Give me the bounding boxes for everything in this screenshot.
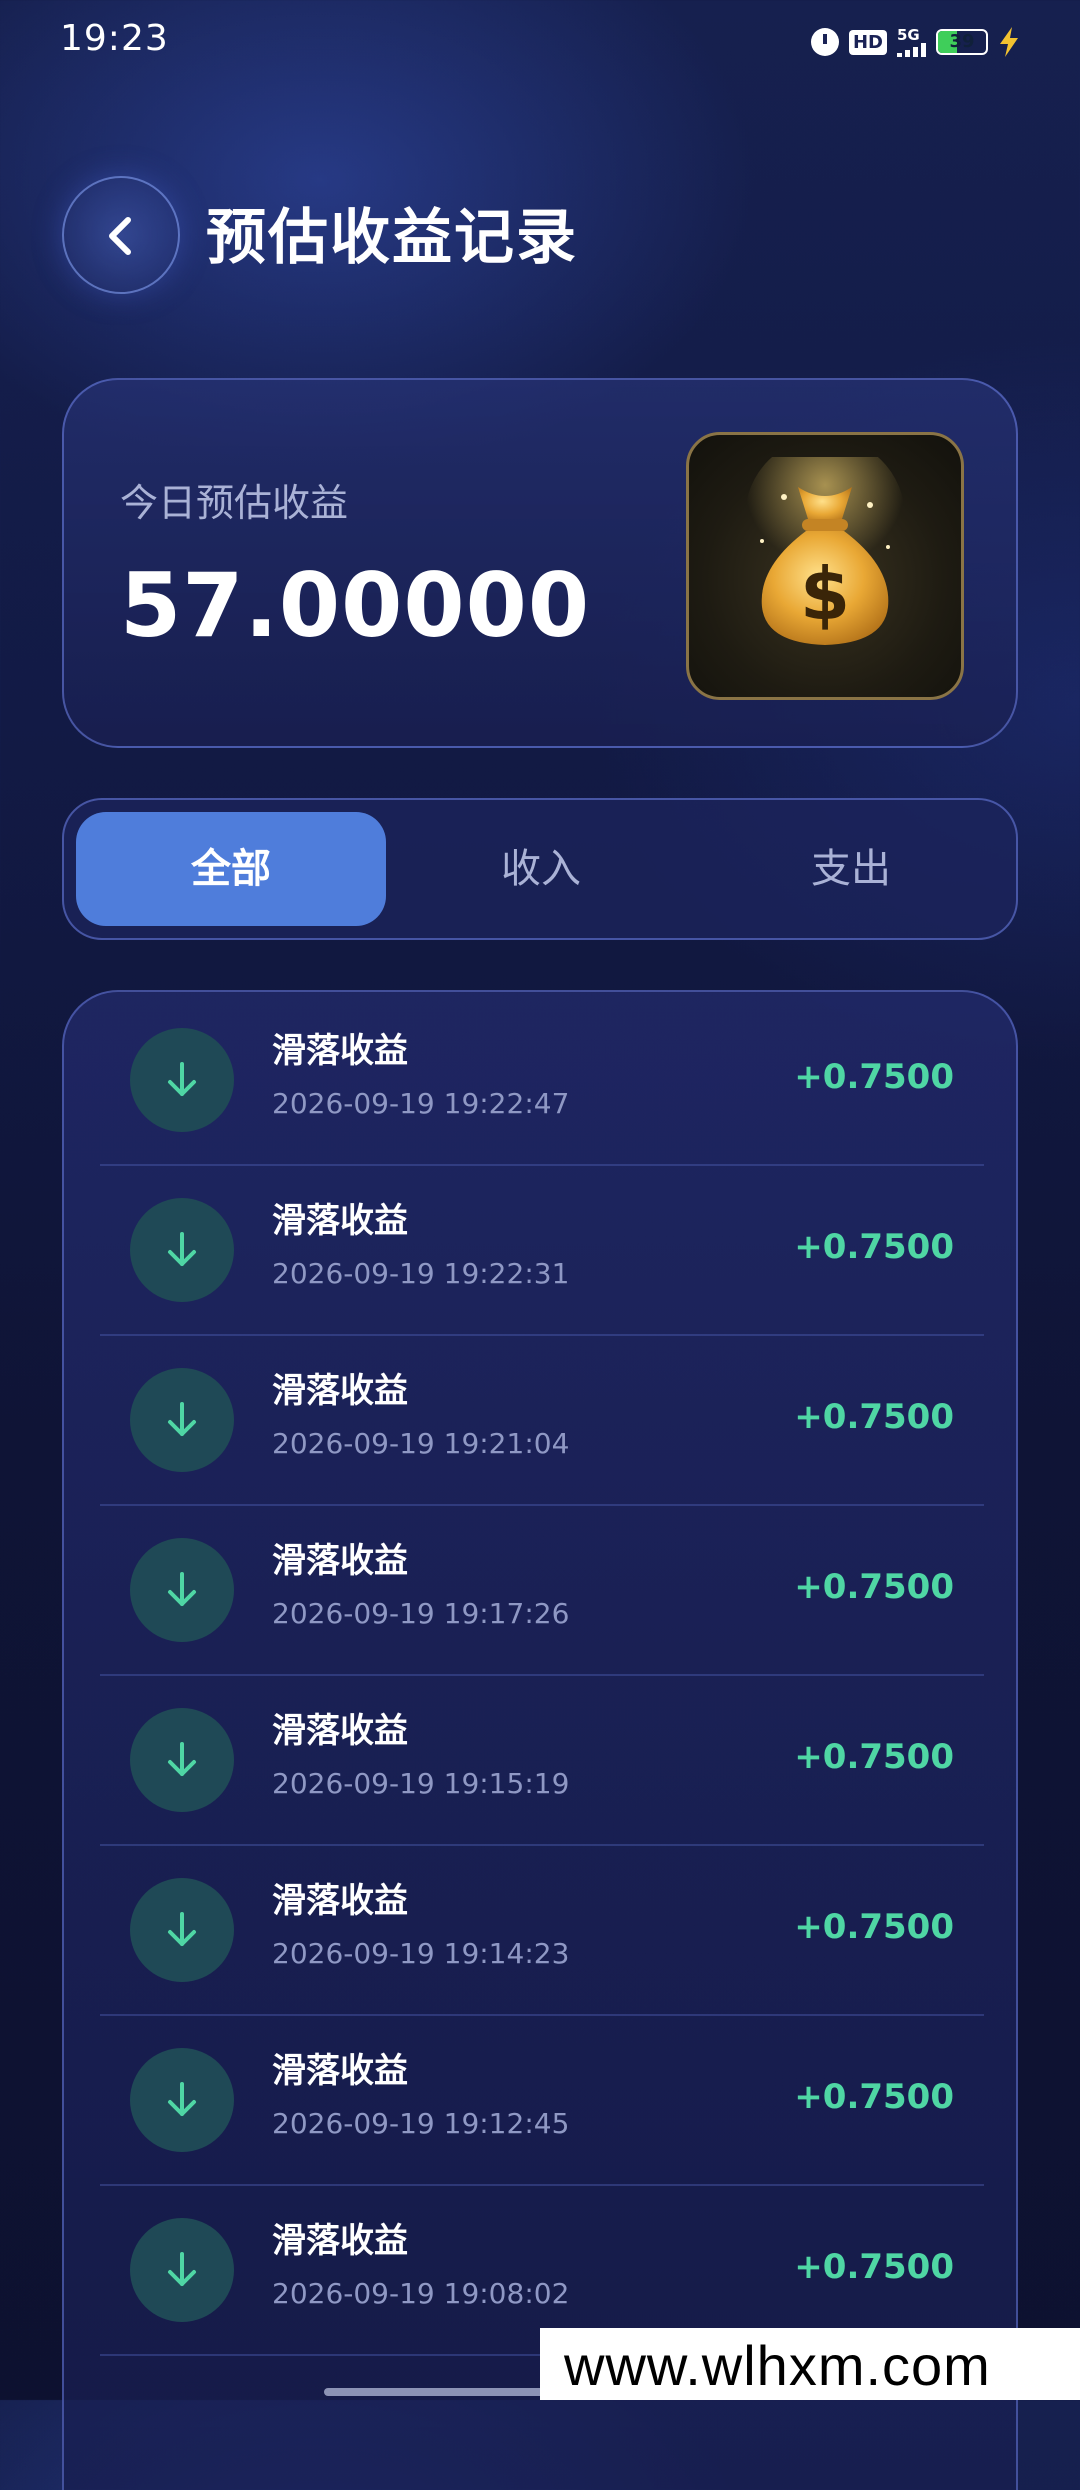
record-time: 2026-09-19 19:08:02: [272, 2277, 570, 2310]
record-title: 滑落收益: [272, 2221, 408, 2261]
arrow-down-icon: [168, 1572, 196, 1606]
summary-label: 今日预估收益: [120, 481, 349, 525]
record-title: 滑落收益: [272, 1541, 408, 1581]
record-title: 滑落收益: [272, 1201, 408, 1241]
filter-tabs: 全部 收入 支出: [62, 798, 1018, 940]
chevron-left-icon: [109, 217, 131, 255]
record-time: 2026-09-19 19:14:23: [272, 1937, 570, 1970]
signal-icon: 5G: [897, 25, 926, 57]
tab-all[interactable]: 全部: [76, 812, 386, 926]
record-icon: [130, 1878, 234, 1982]
record-icon: [130, 2218, 234, 2322]
arrow-down-icon: [168, 2082, 196, 2116]
svg-text:$: $: [800, 552, 850, 636]
summary-value: 57.00000: [120, 554, 591, 657]
watermark-text: www.wlhxm.com: [564, 2334, 991, 2397]
record-title: 滑落收益: [272, 1031, 408, 1071]
record-amount: +0.7500: [794, 1567, 954, 1607]
record-time: 2026-09-19 19:22:31: [272, 1257, 570, 1290]
record-list[interactable]: 滑落收益 2026-09-19 19:22:47 +0.7500 滑落收益 20…: [62, 990, 1018, 2490]
record-title: 滑落收益: [272, 1371, 408, 1411]
tab-expense[interactable]: 支出: [696, 812, 1006, 926]
arrow-down-icon: [168, 1912, 196, 1946]
page-title: 预估收益记录: [206, 203, 578, 273]
record-amount: +0.7500: [794, 1737, 954, 1777]
record-icon: [130, 1708, 234, 1812]
record-icon: [130, 1538, 234, 1642]
summary-card: 今日预估收益 57.00000 $: [62, 378, 1018, 748]
list-item[interactable]: 滑落收益 2026-09-19 19:22:47 +0.7500: [100, 996, 984, 1166]
battery-icon: 39: [936, 29, 988, 55]
charging-bolt-icon: [1000, 27, 1018, 57]
list-item[interactable]: 滑落收益 2026-09-19 19:22:31 +0.7500: [100, 1166, 984, 1336]
back-button[interactable]: [62, 176, 180, 294]
record-amount: +0.7500: [794, 2247, 954, 2287]
arrow-down-icon: [168, 2252, 196, 2286]
record-time: 2026-09-19 19:15:19: [272, 1767, 570, 1800]
alarm-icon: [810, 28, 839, 56]
status-bar: 19:23 HD 5G 39: [0, 0, 1080, 80]
arrow-down-icon: [168, 1742, 196, 1776]
arrow-down-icon: [168, 1062, 196, 1096]
status-icons: HD 5G 39: [810, 22, 1020, 62]
record-amount: +0.7500: [794, 1907, 954, 1947]
record-title: 滑落收益: [272, 1711, 408, 1751]
record-icon: [130, 1198, 234, 1302]
battery-level: 39: [949, 31, 975, 52]
tab-income[interactable]: 收入: [386, 812, 696, 926]
record-icon: [130, 1368, 234, 1472]
record-title: 滑落收益: [272, 1881, 408, 1921]
list-item[interactable]: 滑落收益 2026-09-19 19:21:04 +0.7500: [100, 1336, 984, 1506]
record-amount: +0.7500: [794, 2077, 954, 2117]
list-item[interactable]: 滑落收益 2026-09-19 19:14:23 +0.7500: [100, 1846, 984, 2016]
money-bag-icon: $: [745, 457, 905, 645]
arrow-down-icon: [168, 1402, 196, 1436]
record-icon: [130, 1028, 234, 1132]
watermark: www.wlhxm.com: [540, 2328, 1080, 2400]
record-amount: +0.7500: [794, 1397, 954, 1437]
status-time: 19:23: [60, 18, 169, 59]
record-icon: [130, 2048, 234, 2152]
list-item[interactable]: 滑落收益 2026-09-19 19:12:45 +0.7500: [100, 2016, 984, 2186]
record-time: 2026-09-19 19:17:26: [272, 1597, 570, 1630]
record-time: 2026-09-19 19:12:45: [272, 2107, 570, 2140]
list-item[interactable]: 滑落收益 2026-09-19 19:15:19 +0.7500: [100, 1676, 984, 1846]
network-label: 5G: [897, 25, 920, 44]
record-title: 滑落收益: [272, 2051, 408, 2091]
arrow-down-icon: [168, 1232, 196, 1266]
list-item[interactable]: 滑落收益 2026-09-19 19:17:26 +0.7500: [100, 1506, 984, 1676]
record-time: 2026-09-19 19:22:47: [272, 1087, 570, 1120]
record-amount: +0.7500: [794, 1227, 954, 1267]
record-time: 2026-09-19 19:21:04: [272, 1427, 570, 1460]
hd-icon: HD: [848, 29, 887, 55]
record-amount: +0.7500: [794, 1057, 954, 1097]
money-bag-tile: $: [686, 432, 964, 700]
